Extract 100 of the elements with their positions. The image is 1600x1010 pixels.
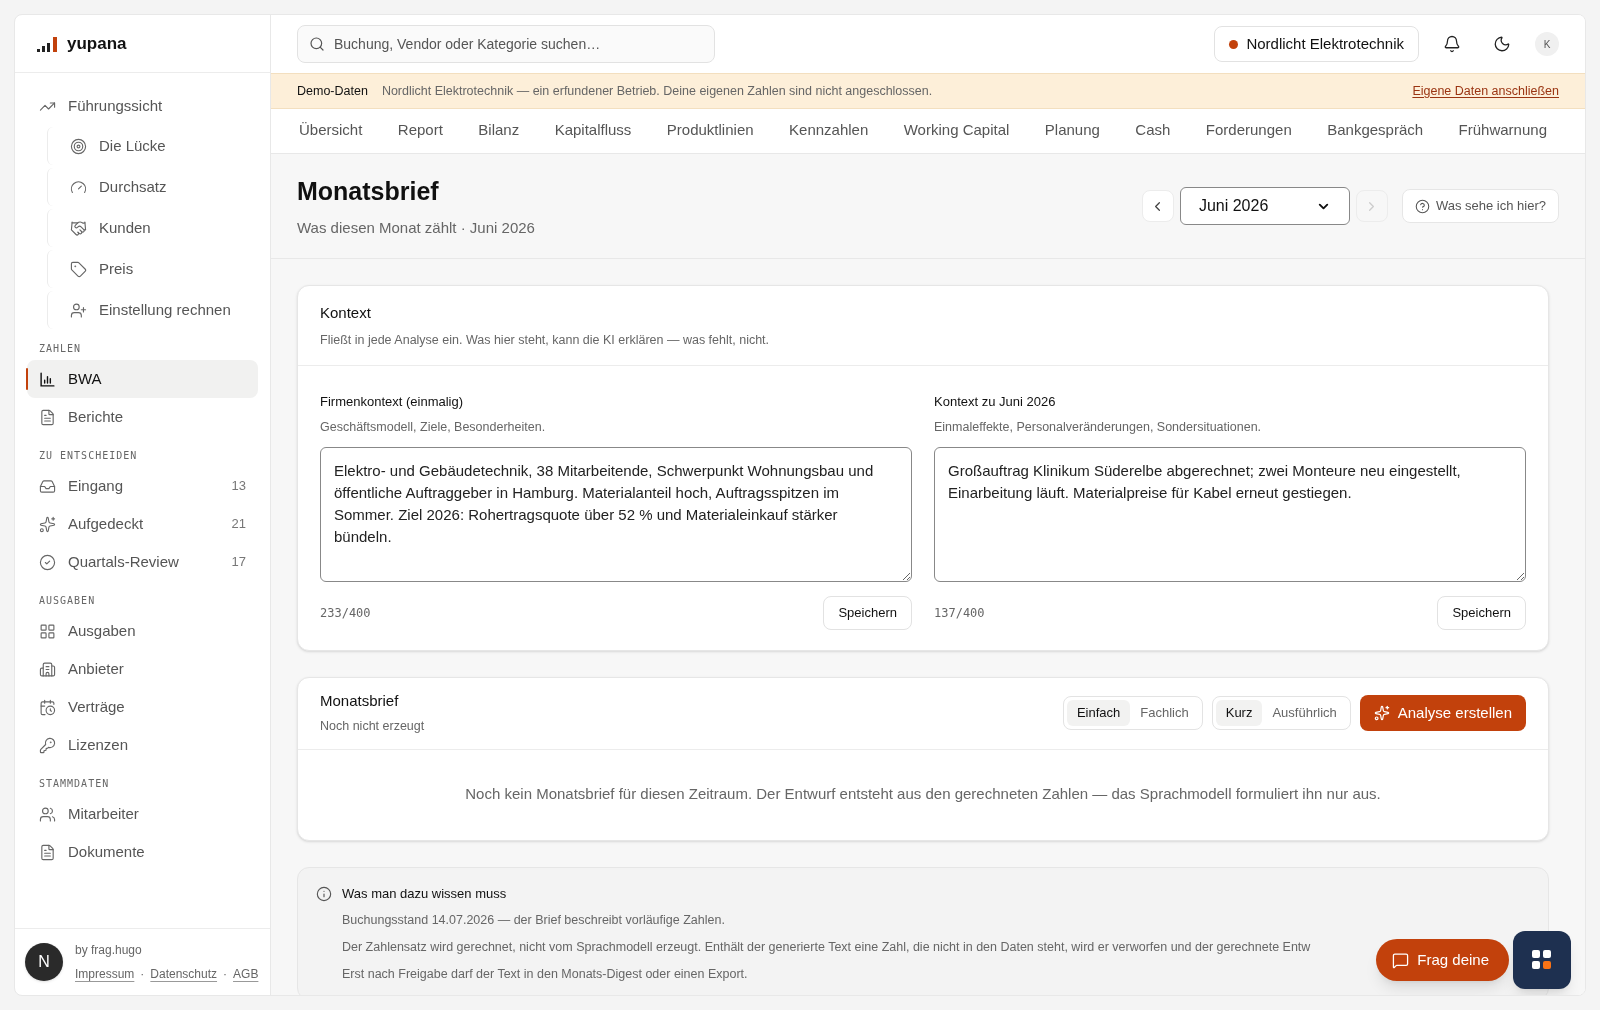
nav-tab[interactable]: Kennzahlen [787,109,871,153]
save-button[interactable]: Speichern [1437,595,1526,630]
info-text: Buchungsstand 14.07.2026 — der Brief beschreibt vorläufige Zahlen. [342,912,726,929]
segment-option[interactable]: Fachlich [1130,700,1199,726]
nav-tab[interactable]: Bankgespräch [1325,109,1426,153]
nav-tab[interactable]: Produktlinien [664,109,756,153]
chat-bubble-icon [1392,951,1410,969]
nav-tab[interactable]: Forderungen [1203,109,1294,153]
inbox-icon [39,477,56,495]
user-plus-icon [70,301,87,319]
sidebar-item[interactable]: Die Lücke [48,127,258,165]
separator-dot: · [140,966,145,983]
connect-data-link[interactable]: Eigene Daten anschließen [1412,81,1559,101]
document-icon [39,408,56,426]
building-icon [39,660,56,678]
chat-button[interactable]: Frag deine [1376,939,1509,981]
search-field[interactable]: Buchung, Vendor oder Kategorie suchen… [297,25,715,63]
section-heading: ZU ENTSCHEIDEN [38,449,139,463]
field-hint: Geschäftsmodell, Ziele, Besonderheiten. [320,418,547,436]
card-subtitle: Fließt in jede Analyse ein. Was hier steht, kann die KI erklären — was fehlt, nicht. [320,331,771,349]
gauge-icon [70,178,87,196]
sidebar-item[interactable]: Mitarbeiter [27,795,258,833]
context-textarea[interactable]: Großauftrag Klinikum Süderelbe abgerechnet; zwei Monteure neu eingestellt, Einarbeitung läuft. Materialpreise für Kabel erneut gestiegen. [934,446,1526,582]
info-title: Was man dazu wissen muss [342,884,508,903]
search-icon [309,36,325,52]
info-text: Erst nach Freigabe darf der Text in den Monats-Digest oder einen Export. [342,965,749,983]
character-counter: 137/400 [934,604,985,622]
target-icon [70,137,87,155]
sidebar-item[interactable]: Dokumente [27,833,258,871]
sidebar-item[interactable]: Eingang 13 [27,467,258,505]
check-circle-icon [39,553,56,571]
user-avatar[interactable]: K [1535,32,1559,56]
segment-option[interactable]: Kurz [1215,700,1263,726]
nav-tab[interactable]: Working Capital [901,109,1012,153]
save-button[interactable]: Speichern [823,595,912,630]
credit-text: by frag.hugo [75,942,143,959]
tag-icon [70,260,87,278]
field-label: Firmenkontext (einmalig) [320,393,465,412]
segment-option[interactable]: Einfach [1066,700,1131,726]
section-heading: ZAHLEN [38,342,83,356]
sidebar-item[interactable]: Durchsatz [48,168,258,206]
nav-tab[interactable]: Report [395,109,445,153]
info-text: Der Zahlensatz wird gerechnet, nicht vom Sprachmodell erzeugt. Enthält der generierte Text eine Zahl, die nicht in den Daten steht, wird er verworfen und der gerechnete Entw [342,938,1311,956]
nav-tab[interactable]: Übersicht [297,109,365,153]
footer-link[interactable]: Datenschutz [150,965,218,983]
sparkles-icon [39,515,56,533]
sidebar-item[interactable]: Aufgedeckt 21 [27,505,258,543]
brand-name: yupana [67,32,127,55]
nav-tab[interactable]: Planung [1042,109,1102,153]
card-title: Kontext [320,303,372,323]
logo-icon [37,35,59,52]
handshake-icon [70,219,87,237]
page-subtitle: Was diesen Monat zählt · Juni 2026 [297,217,535,238]
section-heading: STAMMDATEN [38,777,111,791]
section-heading: AUSGABEN [38,594,97,608]
sidebar-item[interactable]: Verträge [27,688,258,726]
avatar-badge[interactable]: N [25,943,63,981]
footer-link[interactable]: AGB [233,965,259,983]
notification-bell-icon[interactable] [1443,35,1461,53]
context-textarea[interactable]: Elektro- und Gebäudetechnik, 38 Mitarbeitende, Schwerpunkt Wohnungsbau und öffentliche Auftraggeber in Hamburg. Materialanteil hoch, Auftragsspitzen im Sommer. Ziel 2026: Rohertragsquote über 52 % und Materialeinkauf stärker bündeln. [320,446,912,582]
apps-button[interactable] [1513,931,1571,989]
sidebar-item[interactable]: Kunden [48,209,258,247]
card-subtitle: Noch nicht erzeugt [320,718,425,736]
character-counter: 233/400 [320,604,371,622]
sidebar-item[interactable]: Preis [48,250,258,288]
sidebar-item[interactable]: Einstellung rechnen [48,291,258,329]
nav-tab[interactable]: Bilanz [476,109,522,153]
card-title: Monatsbrief [320,690,400,711]
footer-link[interactable]: Impressum [75,965,135,983]
month-select[interactable]: Juni 2026 [1179,187,1350,225]
nav-tab[interactable]: Frühwarnung [1456,109,1549,153]
document-icon [39,843,56,861]
nav-tab[interactable]: Cash [1133,109,1173,153]
separator-dot: · [223,966,228,983]
sidebar-item[interactable]: Ausgaben [27,612,258,650]
sidebar-item[interactable]: Führungssicht [27,87,258,125]
nav-tab[interactable]: Kapitalfluss [552,109,634,153]
sparkles-icon [1373,705,1390,721]
page-title: Monatsbrief [297,176,440,207]
bar-chart-icon [39,370,56,388]
sidebar-item[interactable]: Berichte [27,398,258,436]
grid-icon [1532,950,1552,970]
sidebar-item[interactable]: Quartals-Review 17 [27,543,258,581]
empty-state-text: Noch kein Monatsbrief für diesen Zeitraum. Der Entwurf entsteht aus den gerechneten Zahlen — das Sprachmodell formuliert ihn nur aus. [464,784,1382,805]
banner-label: Demo-Daten [297,82,368,100]
company-switcher[interactable]: Nordlicht Elektrotechnik [1214,26,1419,62]
segment-option[interactable]: Ausführlich [1262,700,1347,726]
field-hint: Einmaleffekte, Personalveränderungen, Sondersituationen. [934,418,1263,436]
help-icon [1414,198,1430,214]
grid-icon [39,622,56,640]
users-icon [39,805,56,823]
moon-icon[interactable] [1493,35,1511,53]
sidebar-item[interactable]: BWA [27,360,258,398]
calendar-clock-icon [39,698,56,716]
help-button[interactable]: Was sehe ich hier? [1401,189,1559,223]
info-icon [316,885,332,902]
sidebar-item[interactable]: Anbieter [27,650,258,688]
create-analysis-button[interactable]: Analyse erstellen [1359,695,1526,731]
sidebar-item[interactable]: Lizenzen [27,726,258,764]
field-label: Kontext zu Juni 2026 [934,393,1057,412]
